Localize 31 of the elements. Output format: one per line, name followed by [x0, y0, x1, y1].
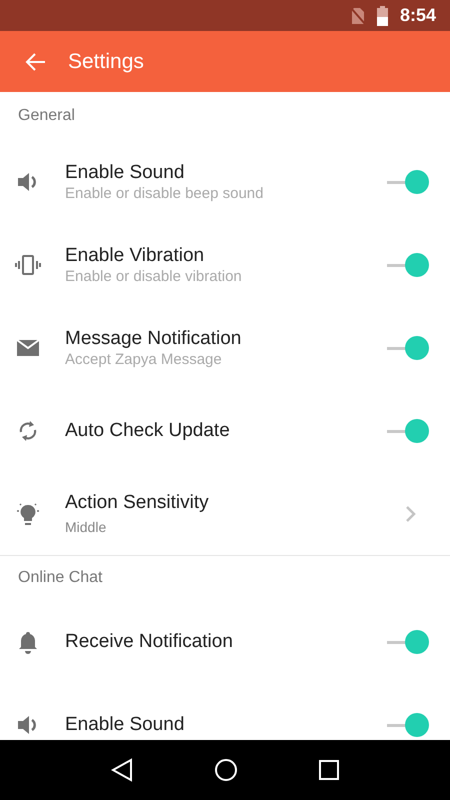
no-sim-icon	[350, 6, 365, 24]
envelope-icon	[16, 338, 40, 358]
chevron-right-icon[interactable]	[405, 504, 417, 522]
setting-description: Middle	[65, 518, 108, 536]
screen-title: Settings	[68, 48, 144, 75]
toggle-switch[interactable]	[385, 630, 429, 654]
setting-title: Enable Vibration	[65, 244, 206, 268]
battery-icon	[376, 6, 388, 26]
section-header: Online Chat	[18, 568, 102, 588]
setting-title: Auto Check Update	[65, 418, 231, 442]
setting-title: Message Notification	[65, 326, 242, 350]
section-header: General	[18, 106, 75, 126]
setting-description: Enable or disable beep sound	[65, 184, 264, 202]
home-icon[interactable]	[214, 758, 238, 782]
light-bulb-icon	[14, 500, 40, 526]
vibrating-phone-icon	[14, 252, 40, 276]
recents-icon[interactable]	[319, 760, 340, 780]
back-icon[interactable]	[110, 758, 133, 782]
toggle-switch[interactable]	[385, 712, 429, 736]
setting-title: Enable Sound	[65, 160, 186, 184]
toggle-switch[interactable]	[385, 170, 429, 194]
setting-title: Action Sensitivity	[65, 490, 210, 514]
toggle-switch[interactable]	[385, 336, 429, 360]
setting-title: Enable Sound	[65, 712, 186, 736]
clock-time: 8:54	[400, 4, 436, 27]
bell-icon	[16, 630, 38, 654]
toggle-switch[interactable]	[385, 418, 429, 442]
setting-description: Accept Zapya Message	[65, 350, 223, 368]
setting-title: Receive Notification	[65, 630, 234, 654]
setting-description: Enable or disable vibration	[65, 268, 243, 286]
toggle-switch[interactable]	[385, 252, 429, 276]
